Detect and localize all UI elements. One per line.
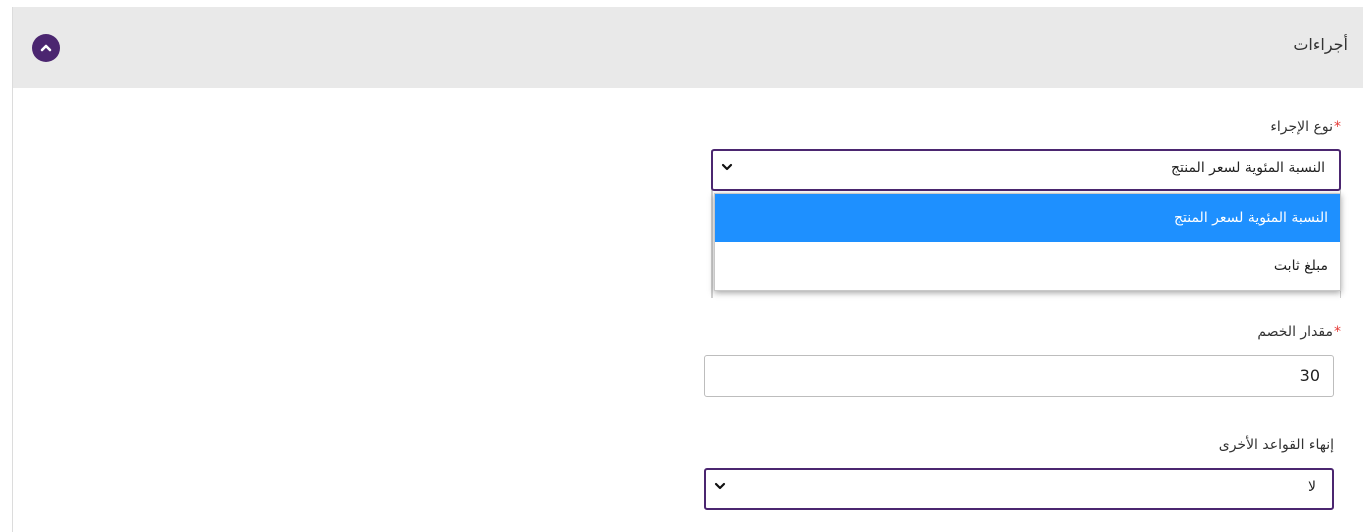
action-type-value: النسبة المئوية لسعر المنتج xyxy=(1170,160,1325,176)
discount-amount-label: *مقدار الخصم xyxy=(1257,324,1341,340)
discount-amount-input[interactable]: 30 xyxy=(704,355,1334,397)
dropdown-option-fixed-amount[interactable]: مبلغ ثابت xyxy=(715,242,1340,290)
action-type-select[interactable]: النسبة المئوية لسعر المنتج xyxy=(711,149,1341,191)
action-type-dropdown: النسبة المئوية لسعر المنتج مبلغ ثابت xyxy=(714,193,1341,291)
end-other-rules-select[interactable]: لا xyxy=(704,468,1334,510)
chevron-down-icon xyxy=(721,163,733,171)
action-type-label: *نوع الإجراء xyxy=(1270,119,1341,135)
end-other-rules-value: لا xyxy=(1308,479,1316,495)
end-other-rules-label: إنهاء القواعد الأخرى xyxy=(1218,437,1334,453)
required-mark: * xyxy=(1334,324,1341,340)
collapse-button[interactable] xyxy=(32,34,60,62)
chevron-down-icon xyxy=(714,482,726,490)
required-mark: * xyxy=(1334,119,1341,135)
panel-header[interactable]: أجراءات xyxy=(13,7,1363,88)
chevron-up-icon xyxy=(40,44,52,52)
panel-title: أجراءات xyxy=(1293,35,1348,54)
dropdown-option-percentage[interactable]: النسبة المئوية لسعر المنتج xyxy=(715,194,1340,242)
